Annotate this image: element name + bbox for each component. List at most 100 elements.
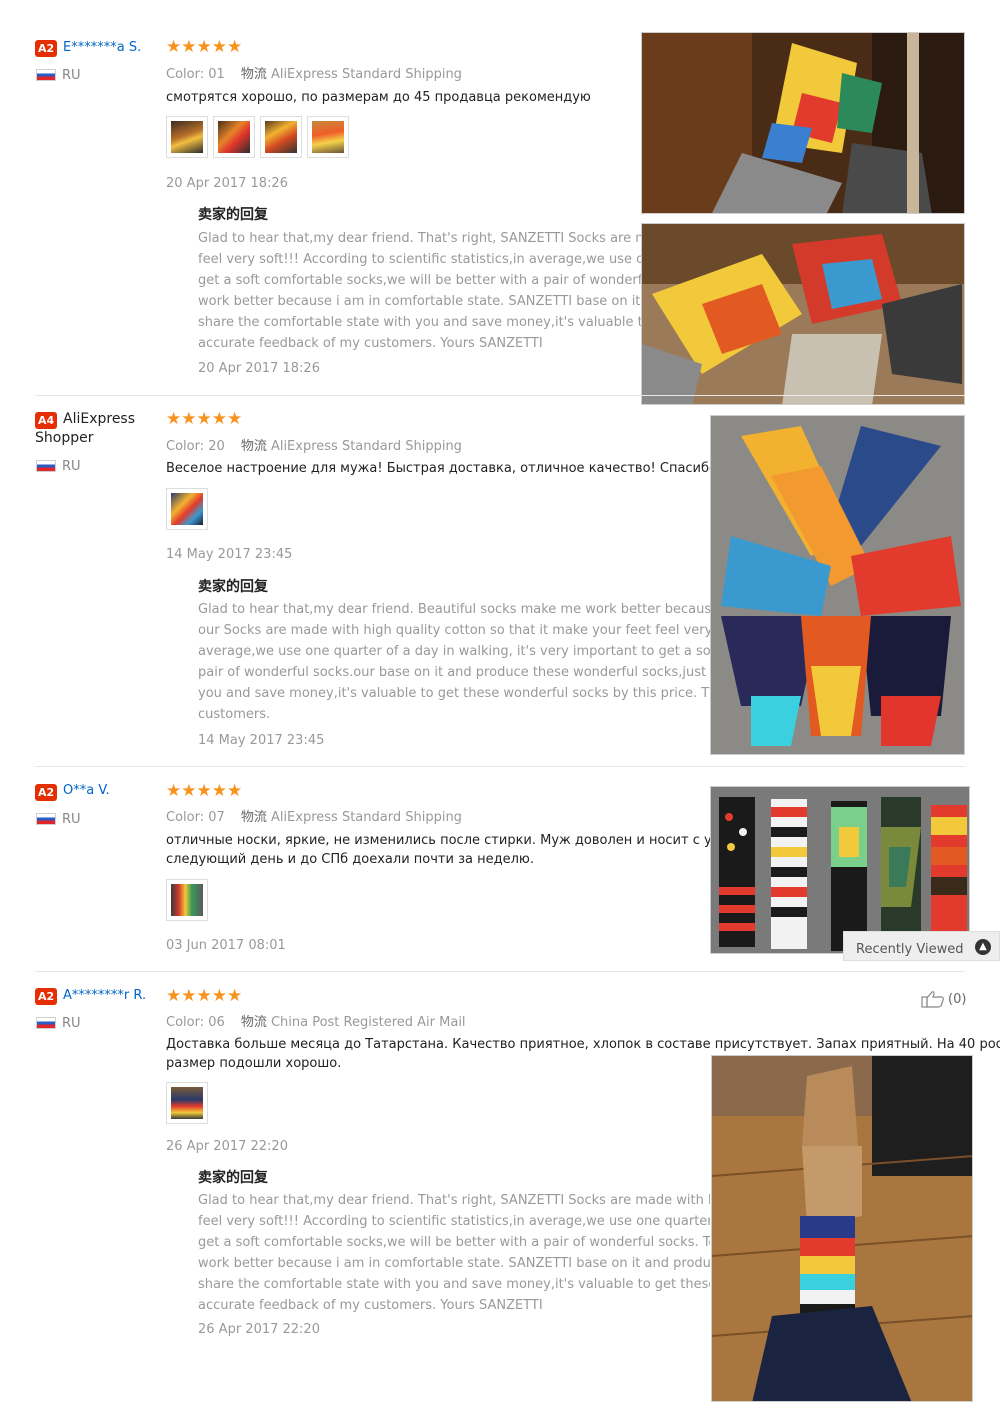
review-text-line: смотрятся хорошо, по размерам до 45 прод…	[166, 90, 591, 105]
seller-reply-title: 卖家的回复	[198, 579, 268, 595]
review-thumbnail[interactable]	[213, 116, 255, 158]
star-rating: ★★★★★	[166, 409, 243, 429]
reply-line: get a soft comfortable socks,we will be …	[198, 273, 643, 288]
reply-line: feel very soft!!! According to scientifi…	[198, 252, 643, 267]
review-thumbnail[interactable]	[166, 879, 208, 921]
reviewer-name[interactable]: O**a V.	[63, 783, 110, 798]
seller-reply-text: Glad to hear that,my dear friend. That's…	[198, 1190, 710, 1316]
review-thumbnail[interactable]	[166, 1082, 208, 1124]
color-value: 01	[208, 67, 225, 82]
review-thumbnails	[166, 116, 349, 158]
reviewer-country: RU	[62, 459, 81, 474]
shipping-method: AliExpress Standard Shipping	[270, 67, 462, 82]
shipping-prefix: 物流	[240, 439, 267, 454]
flag-ru-icon	[36, 813, 56, 825]
review-text: отличные носки, яркие, не изменились пос…	[166, 831, 710, 869]
review-date: 26 Apr 2017 22:20	[166, 1139, 288, 1154]
reply-line: share the comfortable state with you and…	[198, 315, 643, 330]
reply-line: average,we use one quarter of a day in w…	[198, 644, 710, 659]
color-label: Color:	[166, 67, 205, 82]
color-value: 07	[208, 810, 225, 825]
seller-reply-title: 卖家的回复	[198, 1170, 268, 1186]
reviewer-name[interactable]: A********r R.	[63, 988, 146, 1003]
flag-ru-icon	[36, 460, 56, 472]
seller-reply-date: 14 May 2017 23:45	[198, 733, 325, 748]
star-rating: ★★★★★	[166, 37, 243, 57]
reply-line: Glad to hear that,my dear friend. Beauti…	[198, 602, 710, 617]
helpful-button[interactable]: (0)	[921, 990, 966, 1008]
review-photo[interactable]	[711, 1055, 973, 1402]
reply-line: accurate feedback of my customers. Yours…	[198, 1298, 543, 1313]
reply-line: pair of wonderful socks.our base on it a…	[198, 665, 710, 680]
review-thumbnails	[166, 488, 208, 530]
review-date: 14 May 2017 23:45	[166, 547, 293, 562]
reply-line: get a soft comfortable socks,we will be …	[198, 1235, 710, 1250]
color-label: Color:	[166, 810, 205, 825]
reply-line: feel very soft!!! According to scientifi…	[198, 1214, 710, 1229]
reply-line: our Socks are made with high quality cot…	[198, 623, 710, 638]
seller-reply-text: Glad to hear that,my dear friend. Beauti…	[198, 599, 710, 725]
reviewer-name[interactable]: E*******a S.	[63, 40, 141, 55]
reviewer-name-line2: Shopper	[35, 430, 94, 446]
shipping-method: AliExpress Standard Shipping	[270, 810, 462, 825]
reply-line: customers.	[198, 707, 271, 722]
shipping-prefix: 物流	[240, 1015, 267, 1030]
review-meta: Color: 07 物流 AliExpress Standard Shipping	[166, 806, 462, 825]
reply-line: work better because i am in comfortable …	[198, 294, 643, 309]
reply-line: accurate feedback of my customers. Yours…	[198, 336, 543, 351]
reply-line: Glad to hear that,my dear friend. That's…	[198, 231, 643, 246]
review-date: 03 Jun 2017 08:01	[166, 938, 286, 953]
review-thumbnail[interactable]	[166, 116, 208, 158]
reviewer-country: RU	[62, 1016, 81, 1031]
review-divider	[35, 395, 965, 396]
review-text: Веселое настроение для мужа! Быстрая дос…	[166, 459, 710, 478]
seller-reply-date: 20 Apr 2017 18:26	[198, 361, 320, 376]
shipping-method: AliExpress Standard Shipping	[270, 439, 462, 454]
review-meta: Color: 06 物流 China Post Registered Air Ma…	[166, 1011, 466, 1030]
recently-viewed-tab[interactable]: Recently Viewed ▲	[843, 931, 1000, 961]
star-rating: ★★★★★	[166, 781, 243, 801]
reply-line: you and save money,it's valuable to get …	[198, 686, 710, 701]
reply-line: share the comfortable state with you and…	[198, 1277, 710, 1292]
shipping-method: China Post Registered Air Mail	[270, 1015, 466, 1030]
recently-viewed-label: Recently Viewed	[856, 942, 964, 957]
review-meta: Color: 01 物流 AliExpress Standard Shipping	[166, 63, 462, 82]
flag-ru-icon	[36, 1017, 56, 1029]
review-thumbnail[interactable]	[166, 488, 208, 530]
review-date: 20 Apr 2017 18:26	[166, 176, 288, 191]
reviewer-name: AliExpress	[63, 411, 136, 427]
seller-reply-text: Glad to hear that,my dear friend. That's…	[198, 228, 643, 354]
color-label: Color:	[166, 439, 205, 454]
review-text-line: отличные носки, яркие, не изменились пос…	[166, 833, 710, 848]
seller-reply-title: 卖家的回复	[198, 207, 268, 223]
reply-line: work better because i am in comfortable …	[198, 1256, 710, 1271]
helpful-count: (0)	[948, 991, 967, 1007]
shipping-prefix: 物流	[240, 810, 267, 825]
buyer-level-badge: A2	[35, 988, 58, 1005]
review-text-line: следующий день и до СПб доехали почти за…	[166, 852, 534, 867]
flag-ru-icon	[36, 69, 56, 81]
review-thumbnails	[166, 1082, 208, 1124]
buyer-level-badge: A2	[35, 40, 58, 57]
review-thumbnail[interactable]	[307, 116, 349, 158]
chevron-up-icon[interactable]: ▲	[975, 939, 991, 955]
review-meta: Color: 20 物流 AliExpress Standard Shipping	[166, 435, 462, 454]
review-photo[interactable]	[641, 32, 965, 214]
review-divider	[35, 971, 965, 972]
reviewer-country: RU	[62, 812, 81, 827]
buyer-level-badge: A2	[35, 784, 58, 801]
review-text: смотрятся хорошо, по размерам до 45 прод…	[166, 88, 591, 107]
review-thumbnail[interactable]	[260, 116, 302, 158]
reply-line: Glad to hear that,my dear friend. That's…	[198, 1193, 710, 1208]
review-photo[interactable]	[710, 415, 965, 755]
buyer-level-badge: A4	[35, 412, 58, 429]
color-value: 20	[208, 439, 225, 454]
reviewer-country: RU	[62, 68, 81, 83]
review-photo[interactable]	[641, 223, 965, 405]
star-rating: ★★★★★	[166, 986, 243, 1006]
review-divider	[35, 766, 965, 767]
review-thumbnails	[166, 879, 208, 921]
review-photo[interactable]	[710, 786, 970, 954]
review-text-line: Веселое настроение для мужа! Быстрая дос…	[166, 461, 710, 476]
review-text-line: Доставка больше месяца до Татарстана. Ка…	[166, 1037, 1000, 1052]
